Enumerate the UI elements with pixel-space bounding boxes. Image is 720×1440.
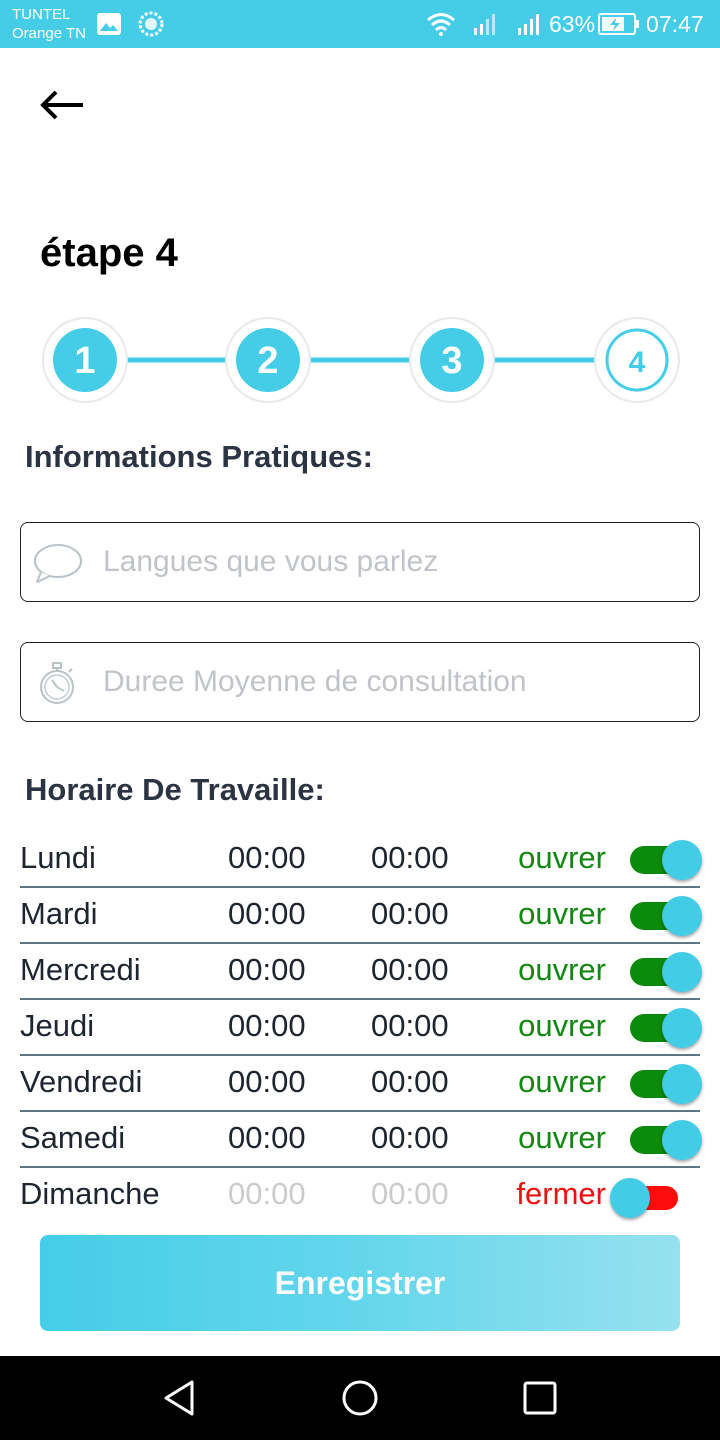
schedule-row-mercredi: Mercredi 00:00 00:00 ouvrer <box>20 944 702 1000</box>
open-toggle[interactable] <box>630 1064 702 1104</box>
end-time[interactable]: 00:00 <box>371 838 449 878</box>
step-2: 2 <box>225 317 311 403</box>
speech-bubble-icon <box>34 544 82 583</box>
start-time[interactable]: 00:00 <box>228 1118 306 1158</box>
status-label: ouvrer <box>518 896 606 931</box>
signal-icon <box>518 14 539 35</box>
open-toggle[interactable] <box>630 1008 702 1048</box>
page-title: étape 4 <box>40 231 178 275</box>
step-4-current: 4 <box>594 317 680 403</box>
end-time[interactable]: 00:00 <box>371 1118 449 1158</box>
status-label: ouvrer <box>518 1120 606 1155</box>
toggle-knob <box>662 840 702 880</box>
step-1: 1 <box>42 317 128 403</box>
back-triangle-icon[interactable] <box>156 1374 204 1422</box>
open-toggle[interactable] <box>630 952 702 992</box>
home-circle-icon[interactable] <box>336 1374 384 1422</box>
step-3: 3 <box>409 317 495 403</box>
back-button[interactable] <box>34 80 90 130</box>
toggle-knob <box>662 896 702 936</box>
wifi-icon <box>427 13 455 36</box>
status-bar: TUNTEL Orange TN 63% 07:47 <box>0 0 720 48</box>
signal-icon <box>474 14 495 35</box>
step-progress: 1 2 3 4 <box>42 317 680 403</box>
status-label: ouvrer <box>518 840 606 875</box>
schedule-row-vendredi: Vendredi 00:00 00:00 ouvrer <box>20 1056 702 1112</box>
practical-info-title: Informations Pratiques: <box>25 439 373 474</box>
end-time[interactable]: 00:00 <box>371 950 449 990</box>
day-label: Mercredi <box>20 952 141 987</box>
clock: 07:47 <box>646 11 704 37</box>
step-4-label: 4 <box>629 346 646 379</box>
start-time[interactable]: 00:00 <box>228 894 306 934</box>
duration-field[interactable] <box>20 642 700 722</box>
battery-charging-icon <box>598 13 639 35</box>
schedule-row-samedi: Samedi 00:00 00:00 ouvrer <box>20 1112 702 1168</box>
carrier-info: TUNTEL Orange TN <box>12 5 86 43</box>
status-label: ouvrer <box>518 1008 606 1043</box>
day-label: Samedi <box>20 1120 126 1155</box>
day-label: Lundi <box>20 840 96 875</box>
languages-input[interactable] <box>103 539 683 585</box>
sync-icon <box>138 11 164 37</box>
schedule-row-dimanche: Dimanche 00:00 00:00 fermer <box>20 1168 700 1224</box>
toggle-knob <box>662 1008 702 1048</box>
day-label: Jeudi <box>20 1008 95 1043</box>
recents-square-icon[interactable] <box>516 1374 564 1422</box>
carrier-name: TUNTEL <box>12 6 71 23</box>
start-time[interactable]: 00:00 <box>228 1062 306 1102</box>
end-time[interactable]: 00:00 <box>371 894 449 934</box>
status-label: ouvrer <box>518 952 606 987</box>
open-toggle[interactable] <box>630 1120 702 1160</box>
step-1-label: 1 <box>74 340 95 382</box>
schedule-row-jeudi: Jeudi 00:00 00:00 ouvrer <box>20 1000 702 1056</box>
end-time: 00:00 <box>371 1176 449 1211</box>
gallery-icon <box>97 13 121 35</box>
battery-percentage: 63% <box>549 11 596 37</box>
toggle-knob <box>662 1064 702 1104</box>
schedule-table: Lundi 00:00 00:00 ouvrer Mardi 00:00 00:… <box>20 832 702 1224</box>
languages-field[interactable] <box>20 522 700 602</box>
system-nav-bar <box>0 1356 720 1440</box>
carrier-network: Orange TN <box>12 25 86 42</box>
open-toggle[interactable] <box>630 896 702 936</box>
open-toggle[interactable] <box>630 840 702 880</box>
day-label: Mardi <box>20 896 98 931</box>
arrow-left-icon <box>40 90 83 120</box>
schedule-row-lundi: Lundi 00:00 00:00 ouvrer <box>20 832 702 888</box>
day-label: Vendredi <box>20 1064 143 1099</box>
toggle-knob <box>662 1120 702 1160</box>
status-label: fermer <box>516 1176 606 1211</box>
stopwatch-icon <box>40 662 74 704</box>
end-time[interactable]: 00:00 <box>371 1062 449 1102</box>
start-time: 00:00 <box>228 1176 306 1211</box>
schedule-row-mardi: Mardi 00:00 00:00 ouvrer <box>20 888 702 944</box>
toggle-knob <box>662 952 702 992</box>
step-2-label: 2 <box>257 340 278 382</box>
toggle-knob <box>610 1178 650 1218</box>
status-label: ouvrer <box>518 1064 606 1099</box>
step-3-label: 3 <box>441 340 462 382</box>
duration-input[interactable] <box>103 659 683 705</box>
start-time[interactable]: 00:00 <box>228 1006 306 1046</box>
open-toggle[interactable] <box>610 1178 678 1218</box>
day-label: Dimanche <box>20 1176 160 1211</box>
end-time[interactable]: 00:00 <box>371 1006 449 1046</box>
schedule-title: Horaire De Travaille: <box>25 772 325 807</box>
start-time[interactable]: 00:00 <box>228 838 306 878</box>
start-time[interactable]: 00:00 <box>228 950 306 990</box>
save-button[interactable]: Enregistrer <box>40 1235 680 1331</box>
